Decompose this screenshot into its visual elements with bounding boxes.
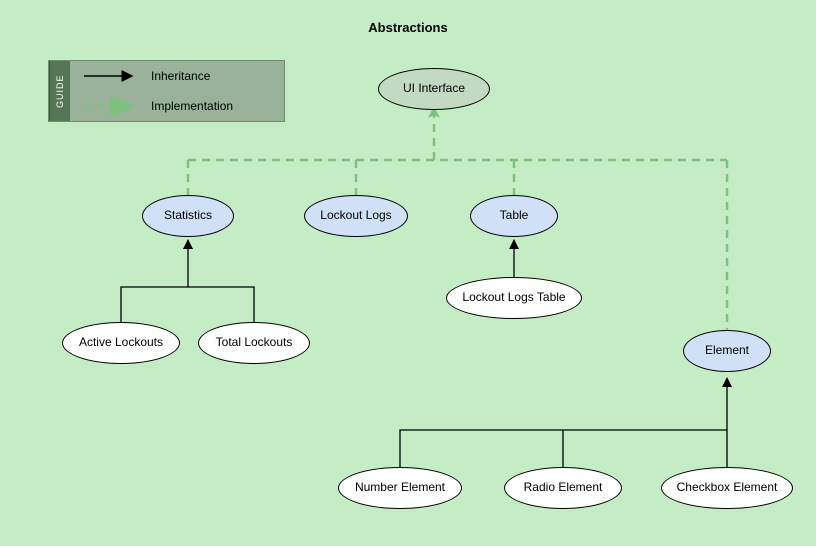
node-checkbox-element: Checkbox Element [661, 467, 793, 509]
legend-row-implementation: Implementation [70, 91, 284, 121]
node-ui-interface: UI Interface [378, 68, 490, 110]
arrow-dashed-icon [82, 97, 137, 115]
node-total-lockouts: Total Lockouts [198, 322, 310, 364]
node-element: Element [683, 330, 771, 372]
node-radio-element: Radio Element [504, 467, 622, 509]
legend-label: Inheritance [151, 69, 210, 83]
diagram-title: Abstractions [0, 0, 816, 35]
legend-row-inheritance: Inheritance [70, 61, 284, 91]
node-lockout-logs: Lockout Logs [304, 195, 408, 237]
arrow-solid-icon [82, 67, 137, 85]
node-statistics: Statistics [142, 195, 234, 237]
legend: GUIDE Inheritance [48, 60, 285, 122]
node-number-element: Number Element [338, 467, 462, 509]
legend-label: Implementation [151, 99, 233, 113]
legend-tab: GUIDE [49, 61, 70, 121]
node-table: Table [470, 195, 558, 237]
node-active-lockouts: Active Lockouts [62, 322, 180, 364]
node-lockout-logs-table: Lockout Logs Table [446, 277, 582, 319]
